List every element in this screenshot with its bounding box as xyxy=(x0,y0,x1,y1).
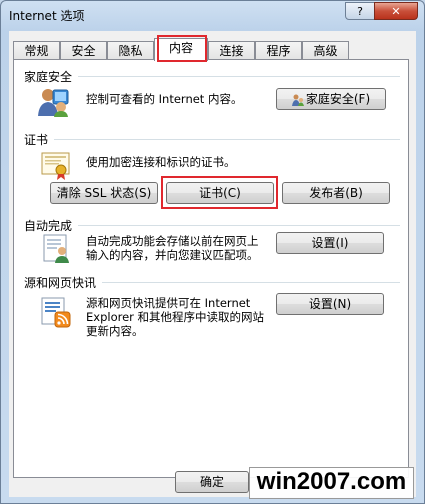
title-bar[interactable]: Internet 选项 ? ✕ xyxy=(1,1,424,31)
tab-advanced[interactable]: 高级 xyxy=(302,41,349,60)
close-button[interactable]: ✕ xyxy=(374,2,418,20)
internet-options-window: Internet 选项 ? ✕ 常规 安全 隐私 内容 连接 程序 高级 家庭安… xyxy=(0,0,425,504)
family-safety-heading: 家庭安全 xyxy=(24,70,73,84)
autocomplete-icon xyxy=(43,234,69,263)
content-tab-panel: 家庭安全 控制可查看的 Internet 内容。 家庭安全(F) 证书 使用加密… xyxy=(13,59,409,478)
rss-feed-icon xyxy=(41,297,71,328)
family-safety-button[interactable]: 家庭安全(F) xyxy=(276,88,386,110)
tab-general[interactable]: 常规 xyxy=(13,41,60,60)
watermark: win2007.com xyxy=(249,467,414,499)
feeds-heading: 源和网页快讯 xyxy=(24,276,97,290)
feeds-description-line1: 源和网页快讯提供可在 Internet xyxy=(86,296,251,310)
ok-button[interactable]: 确定 xyxy=(175,471,249,493)
autocomplete-description-line1: 自动完成功能会存储以前在网页上 xyxy=(86,234,259,248)
tab-security[interactable]: 安全 xyxy=(60,41,107,60)
autocomplete-description-line2: 输入的内容，并向您建议匹配项。 xyxy=(86,248,259,262)
autocomplete-settings-button[interactable]: 设置(I) xyxy=(276,232,384,254)
certificate-icon xyxy=(41,152,70,180)
feeds-description-line2: Explorer 和其他程序中读取的网站 xyxy=(86,310,265,324)
family-safety-small-icon xyxy=(291,92,304,112)
certificates-description: 使用加密连接和标识的证书。 xyxy=(86,155,236,169)
feeds-settings-button[interactable]: 设置(N) xyxy=(276,293,384,315)
content-tab-highlight xyxy=(157,35,207,62)
group-divider xyxy=(78,225,400,226)
clear-ssl-state-button[interactable]: 清除 SSL 状态(S) xyxy=(50,182,158,204)
group-divider xyxy=(54,139,400,140)
tab-connections[interactable]: 连接 xyxy=(208,41,255,60)
help-button[interactable]: ? xyxy=(345,2,375,20)
certificates-button-highlight xyxy=(161,176,278,209)
dialog-client: 常规 安全 隐私 内容 连接 程序 高级 家庭安全 控制可查看的 Interne… xyxy=(9,31,416,497)
feeds-description-line3: 更新内容。 xyxy=(86,324,144,338)
tab-programs[interactable]: 程序 xyxy=(255,41,302,60)
family-safety-description: 控制可查看的 Internet 内容。 xyxy=(86,92,243,106)
group-divider xyxy=(78,76,400,77)
group-divider xyxy=(102,282,400,283)
tab-privacy[interactable]: 隐私 xyxy=(107,41,154,60)
window-title: Internet 选项 xyxy=(9,9,85,23)
family-safety-button-label: 家庭安全(F) xyxy=(305,92,371,106)
publishers-button[interactable]: 发布者(B) xyxy=(282,182,390,204)
certificates-heading: 证书 xyxy=(24,133,49,147)
family-safety-icon xyxy=(38,89,69,117)
